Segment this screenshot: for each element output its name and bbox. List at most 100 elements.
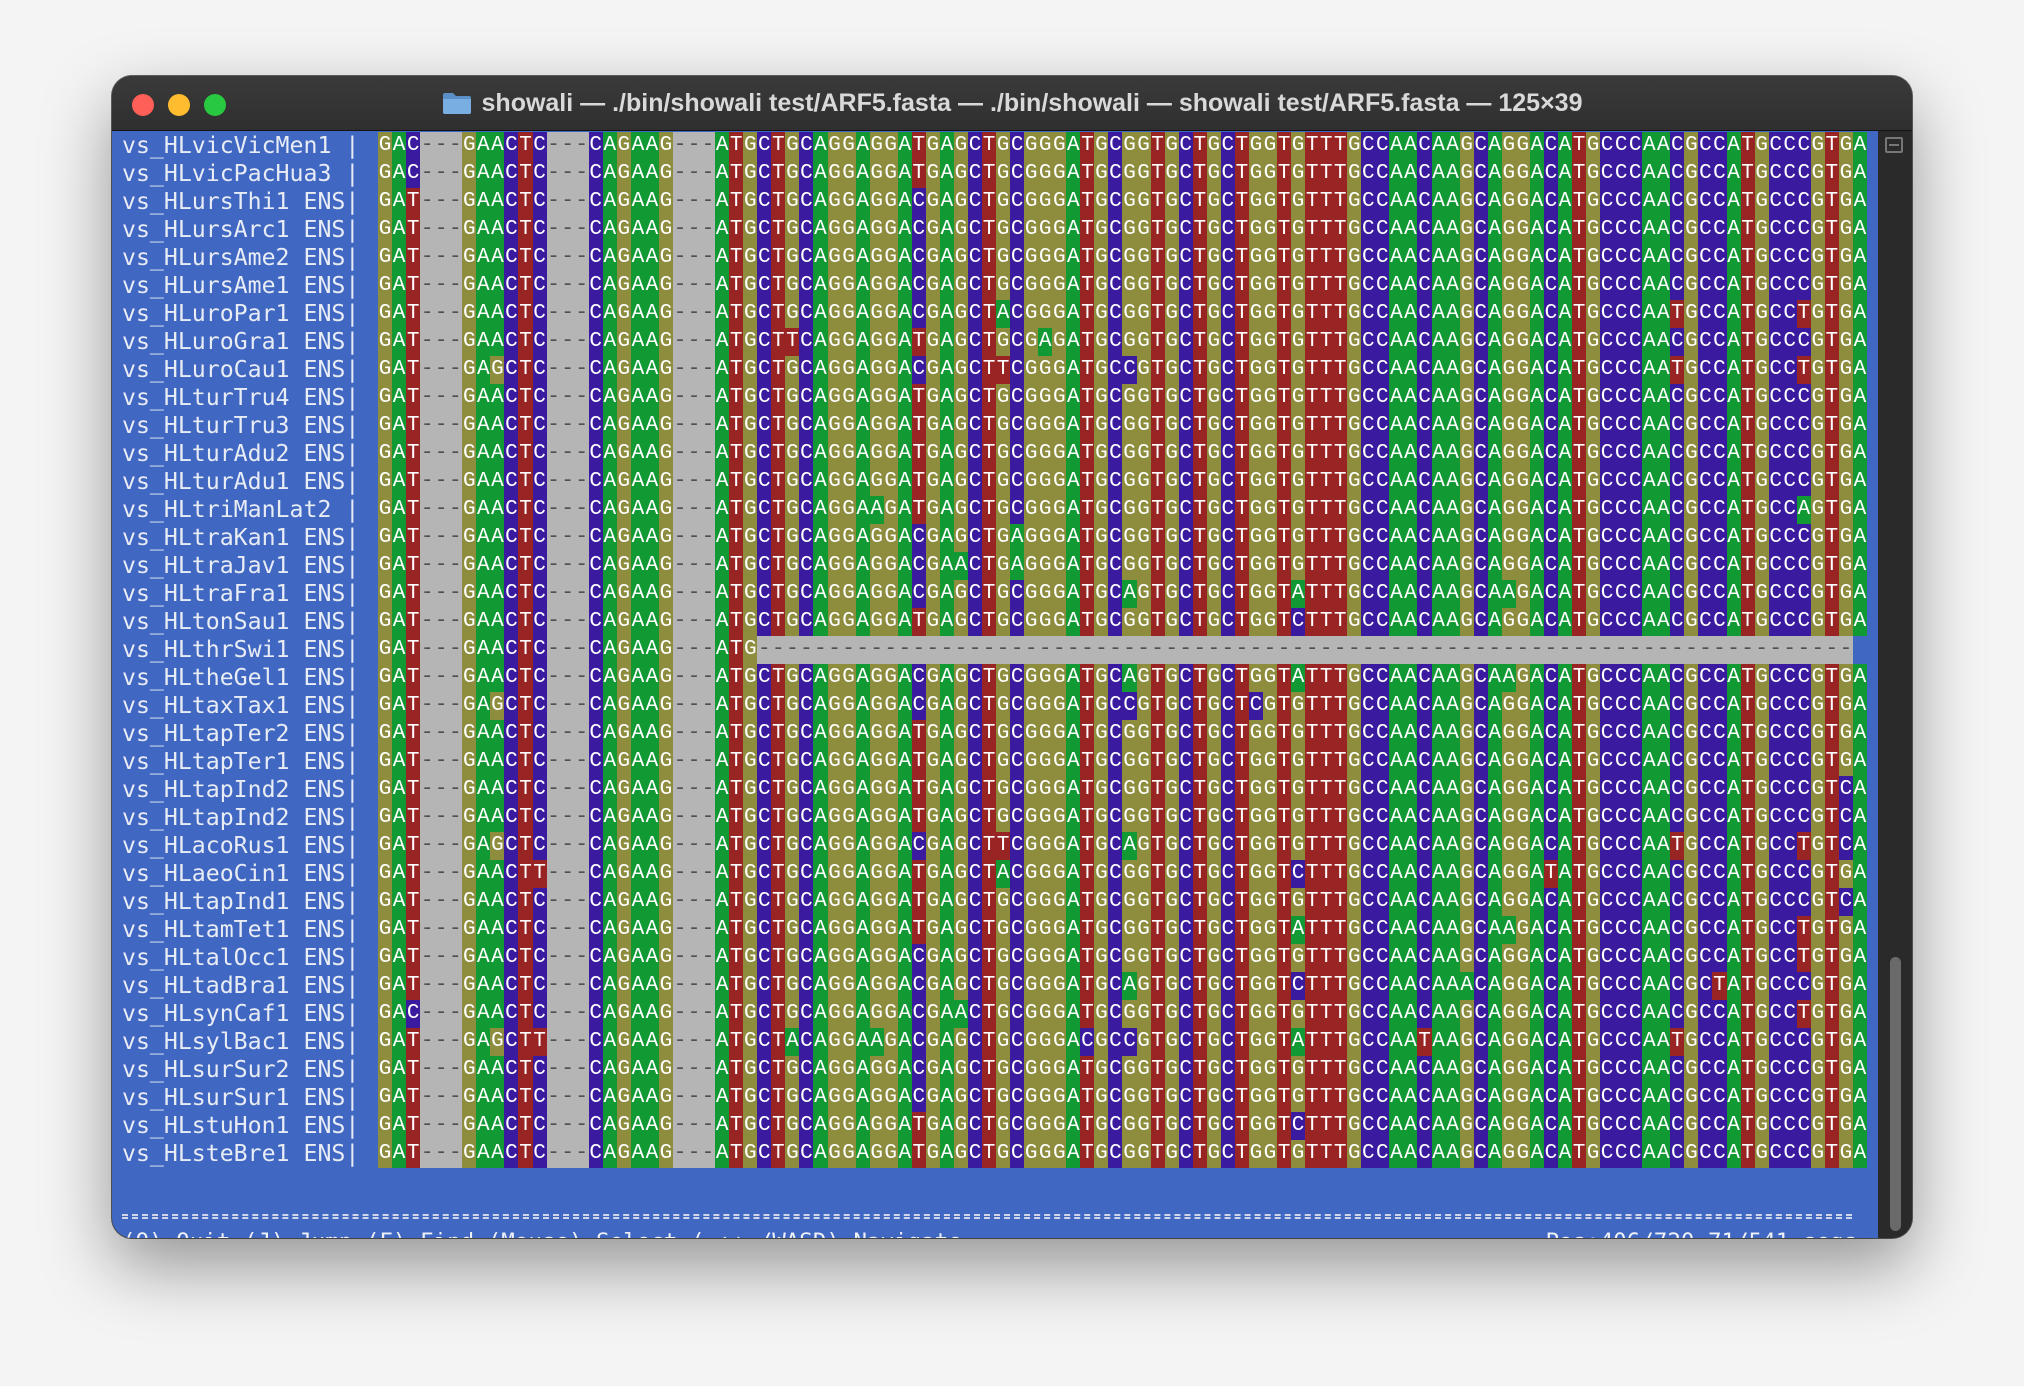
sequence-row[interactable]: vs_HLtapInd2 ENS| G A T - - - G A A C T C - - - C A G A A G - -… [122,776,1867,804]
sequence-row[interactable]: vs_HLturAdu2 ENS| G A T - - - G A A C T C - - - C A G A A G - -… [122,440,1867,468]
sequence-row[interactable]: vs_HLursAme1 ENS| G A T - - - G A A C T C - - - C A G A A G - -… [122,272,1867,300]
sequence-residues[interactable]: GAT---GAACTC---CAGAAG---ATGCTGCAGGAGGATG… [376,888,1867,916]
sequence-name: vs_HLursArc1 ENS| [122,216,360,243]
sequence-row[interactable]: vs_HLtaxTax1 ENS| G A T - - - G A G C T C - - - C A G A A G - -… [122,692,1867,720]
sequence-residues[interactable]: GAT---GAACTC---CAGAAG---ATGCTGCAGGAGGACG… [376,216,1867,244]
sequence-name: vs_HLtamTet1 ENS| [122,916,360,943]
sequence-residues[interactable]: GAT---GAACTC---CAGAAG---ATGCTGCAGGAGGACG… [376,300,1867,328]
alignment-view[interactable]: vs_HLvicVicMen1 | G A C - - - G A A C T C - - - C A G A A G - -… [122,132,1867,1168]
sequence-row[interactable]: vs_HLvicPacHua3 | G A C - - - G A A C T C - - - C A G A A G - -… [122,160,1867,188]
sequence-residues[interactable]: GAT---GAACTC---CAGAAG---ATGCTGCAGGAGGACG… [376,188,1867,216]
sequence-row[interactable]: vs_HLursAme2 ENS| G A T - - - G A A C T C - - - C A G A A G - -… [122,244,1867,272]
sequence-row[interactable]: vs_HLuroPar1 ENS| G A T - - - G A A C T C - - - C A G A A G - -… [122,300,1867,328]
sequence-residues[interactable]: GAT---GAACTC---CAGAAG---ATGCTGCAGGAGGATG… [376,804,1867,832]
sequence-residues[interactable]: GAT---GAACTC---CAGAAG---ATGCTGCAGGAGGACG… [376,1056,1867,1084]
sequence-row[interactable]: vs_HLsynCaf1 ENS| G A C - - - G A A C T C - - - C A G A A G - -… [122,1000,1867,1028]
sequence-name: vs_HLtapInd2 ENS| [122,804,360,831]
sequence-residues[interactable]: GAT---GAGCTC---CAGAAG---ATGCTGCAGGAGGACG… [376,832,1867,860]
sequence-row[interactable]: vs_HLstuHon1 ENS| G A T - - - G A A C T C - - - C A G A A G - -… [122,1112,1867,1140]
sequence-name: vs_HLaeoCin1 ENS| [122,860,360,887]
sequence-row[interactable]: vs_HLuroGra1 ENS| G A T - - - G A A C T C - - - C A G A A G - -… [122,328,1867,356]
sequence-residues[interactable]: GAT---GAACTC---CAGAAG---ATGCTGCAGGAGGACG… [376,580,1867,608]
title-bar[interactable]: showali — ./bin/showali test/ARF5.fasta … [112,76,1912,131]
sequence-residues[interactable]: GAT---GAACTC---CAGAAG---ATGCTGCAGGAGGACG… [376,1084,1867,1112]
sequence-name: vs_HLuroPar1 ENS| [122,300,360,327]
sequence-residues[interactable]: GAT---GAACTC---CAGAAG---ATGCTGCAGGAGGATG… [376,720,1867,748]
sequence-residues[interactable]: GAT---GAACTC---CAGAAG---ATGCTGCAGGAGGACG… [376,244,1867,272]
sequence-row[interactable]: vs_HLtriManLat2 | G A T - - - G A A C T C - - - C A G A A G - -… [122,496,1867,524]
sequence-row[interactable]: vs_HLthrSwi1 ENS| G A T - - - G A A C T C - - - C A G A A G - -… [122,636,1867,664]
sequence-residues[interactable]: GAT---GAACTC---CAGAAG---ATG-------------… [376,636,1853,664]
sequence-row[interactable]: vs_HLtheGel1 ENS| G A T - - - G A A C T C - - - C A G A A G - -… [122,664,1867,692]
sequence-row[interactable]: vs_HLtraKan1 ENS| G A T - - - G A A C T C - - - C A G A A G - -… [122,524,1867,552]
sequence-row[interactable]: vs_HLsurSur1 ENS| G A T - - - G A A C T C - - - C A G A A G - -… [122,1084,1867,1112]
sequence-residues[interactable]: GAT---GAACTC---CAGAAG---ATGCTGCAGGAGGACG… [376,524,1867,552]
sequence-residues[interactable]: GAT---GAACTC---CAGAAG---ATGCTGCAGGAAGATG… [376,496,1867,524]
sequence-row[interactable]: vs_HLsylBac1 ENS| G A T - - - G A G C T T - - - C A G A A G - -… [122,1028,1867,1056]
sequence-row[interactable]: vs_HLturTru3 ENS| G A T - - - G A A C T C - - - C A G A A G - -… [122,412,1867,440]
sequence-residues[interactable]: GAT---GAACTC---CAGAAG---ATGCTGCAGGAGGATG… [376,776,1867,804]
sequence-residues[interactable]: GAT---GAACTC---CAGAAG---ATGCTGCAGGAGGATG… [376,608,1867,636]
sequence-row[interactable]: vs_HLtalOcc1 ENS| G A T - - - G A A C T C - - - C A G A A G - -… [122,944,1867,972]
sequence-row[interactable]: vs_HLtraFra1 ENS| G A T - - - G A A C T C - - - C A G A A G - -… [122,580,1867,608]
sequence-residues[interactable]: GAT---GAACTC---CAGAAG---ATGCTGCAGGAGGATG… [376,384,1867,412]
sequence-row[interactable]: vs_HLtapInd1 ENS| G A T - - - G A A C T C - - - C A G A A G - -… [122,888,1867,916]
sequence-name: vs_HLtraJav1 ENS| [122,552,360,579]
sequence-name: vs_HLtapInd1 ENS| [122,888,360,915]
sequence-name: vs_HLturTru3 ENS| [122,412,360,439]
sequence-name: vs_HLtapTer2 ENS| [122,720,360,747]
sequence-name: vs_HLtonSau1 ENS| [122,608,360,635]
sequence-name: vs_HLursAme1 ENS| [122,272,360,299]
sequence-residues[interactable]: GAT---GAGCTC---CAGAAG---ATGCTGCAGGAGGACG… [376,356,1867,384]
sequence-residues[interactable]: GAT---GAACTC---CAGAAG---ATGCTGCAGGAGGATG… [376,468,1867,496]
sequence-name: vs_HLtaxTax1 ENS| [122,692,360,719]
sequence-residues[interactable]: GAT---GAACTC---CAGAAG---ATGCTGCAGGAGGACG… [376,972,1867,1000]
sequence-row[interactable]: vs_HLturAdu1 ENS| G A T - - - G A A C T C - - - C A G A A G - -… [122,468,1867,496]
scrollbar-thumb[interactable] [1890,957,1901,1231]
sequence-row[interactable]: vs_HLaeoCin1 ENS| G A T - - - G A A C T T - - - C A G A A G - -… [122,860,1867,888]
sequence-residues[interactable]: GAT---GAACTC---CAGAAG---ATGCTGCAGGAGGACG… [376,664,1867,692]
terminal-content[interactable]: vs_HLvicVicMen1 | G A C - - - G A A C T C - - - C A G A A G - -… [112,131,1878,1238]
sequence-name: vs_HLsurSur1 ENS| [122,1084,360,1111]
sequence-residues[interactable]: GAT---GAACTC---CAGAAG---ATGCTGCAGGAGGACG… [376,552,1867,580]
sequence-row[interactable]: vs_HLtapTer1 ENS| G A T - - - G A A C T C - - - C A G A A G - -… [122,748,1867,776]
sequence-row[interactable]: vs_HLvicVicMen1 | G A C - - - G A A C T C - - - C A G A A G - -… [122,132,1867,160]
sequence-row[interactable]: vs_HLtadBra1 ENS| G A T - - - G A A C T C - - - C A G A A G - -… [122,972,1867,1000]
sequence-row[interactable]: vs_HLsteBre1 ENS| G A T - - - G A A C T C - - - C A G A A G - -… [122,1140,1867,1168]
sequence-name: vs_HLturTru4 ENS| [122,384,360,411]
sequence-row[interactable]: vs_HLuroCau1 ENS| G A T - - - G A G C T C - - - C A G A A G - -… [122,356,1867,384]
sequence-row[interactable]: vs_HLturTru4 ENS| G A T - - - G A A C T C - - - C A G A A G - -… [122,384,1867,412]
scrollbar-button-icon[interactable] [1885,137,1903,153]
sequence-residues[interactable]: GAT---GAACTC---CAGAAG---ATGCTGCAGGAGGACG… [376,944,1867,972]
sequence-name: vs_HLthrSwi1 ENS| [122,636,360,663]
sequence-residues[interactable]: GAT---GAGCTC---CAGAAG---ATGCTGCAGGAGGACG… [376,692,1867,720]
sequence-row[interactable]: vs_HLursArc1 ENS| G A T - - - G A A C T C - - - C A G A A G - -… [122,216,1867,244]
status-bar: (Q) Quit (J) Jump (F) Find (Mouse) Selec… [122,1227,1857,1238]
sequence-residues[interactable]: GAT---GAACTC---CAGAAG---ATGCTGCAGGAGGATG… [376,916,1867,944]
sequence-row[interactable]: vs_HLtapTer2 ENS| G A T - - - G A A C T C - - - C A G A A G - -… [122,720,1867,748]
scrollbar[interactable] [1878,131,1912,1238]
sequence-name: vs_HLvicPacHua3 | [122,160,360,187]
sequence-row[interactable]: vs_HLursThi1 ENS| G A T - - - G A A C T C - - - C A G A A G - -… [122,188,1867,216]
sequence-name: vs_HLsteBre1 ENS| [122,1140,360,1167]
sequence-name: vs_HLtalOcc1 ENS| [122,944,360,971]
sequence-residues[interactable]: GAC---GAACTC---CAGAAG---ATGCTGCAGGAGGACG… [376,1000,1867,1028]
folder-icon [442,93,471,114]
sequence-residues[interactable]: GAT---GAACTT---CAGAAG---ATGCTGCAGGAGGATG… [376,860,1867,888]
sequence-row[interactable]: vs_HLtraJav1 ENS| G A T - - - G A A C T C - - - C A G A A G - -… [122,552,1867,580]
sequence-row[interactable]: vs_HLsurSur2 ENS| G A T - - - G A A C T C - - - C A G A A G - -… [122,1056,1867,1084]
sequence-residues[interactable]: GAT---GAACTC---CAGAAG---ATGCTGCAGGAGGATG… [376,412,1867,440]
sequence-residues[interactable]: GAT---GAGCTT---CAGAAG---ATGCTACAGGAAGACG… [376,1028,1867,1056]
sequence-row[interactable]: vs_HLtamTet1 ENS| G A T - - - G A A C T C - - - C A G A A G - -… [122,916,1867,944]
sequence-residues[interactable]: GAT---GAACTC---CAGAAG---ATGCTGCAGGAGGATG… [376,1140,1867,1168]
sequence-residues[interactable]: GAT---GAACTC---CAGAAG---ATGCTGCAGGAGGATG… [376,1112,1867,1140]
sequence-row[interactable]: vs_HLtonSau1 ENS| G A T - - - G A A C T C - - - C A G A A G - -… [122,608,1867,636]
sequence-row[interactable]: vs_HLacoRus1 ENS| G A T - - - G A G C T C - - - C A G A A G - -… [122,832,1867,860]
sequence-row[interactable]: vs_HLtapInd2 ENS| G A T - - - G A A C T C - - - C A G A A G - -… [122,804,1867,832]
sequence-residues[interactable]: GAC---GAACTC---CAGAAG---ATGCTGCAGGAGGATG… [376,132,1867,160]
sequence-residues[interactable]: GAT---GAACTC---CAGAAG---ATGCTGCAGGAGGATG… [376,440,1867,468]
sequence-residues[interactable]: GAT---GAACTC---CAGAAG---ATGCTGCAGGAGGATG… [376,748,1867,776]
sequence-residues[interactable]: GAT---GAACTC---CAGAAG---ATGCTTCAGGAGGATG… [376,328,1867,356]
sequence-residues[interactable]: GAT---GAACTC---CAGAAG---ATGCTGCAGGAGGACG… [376,272,1867,300]
sequence-residues[interactable]: GAC---GAACTC---CAGAAG---ATGCTGCAGGAGGATG… [376,160,1867,188]
